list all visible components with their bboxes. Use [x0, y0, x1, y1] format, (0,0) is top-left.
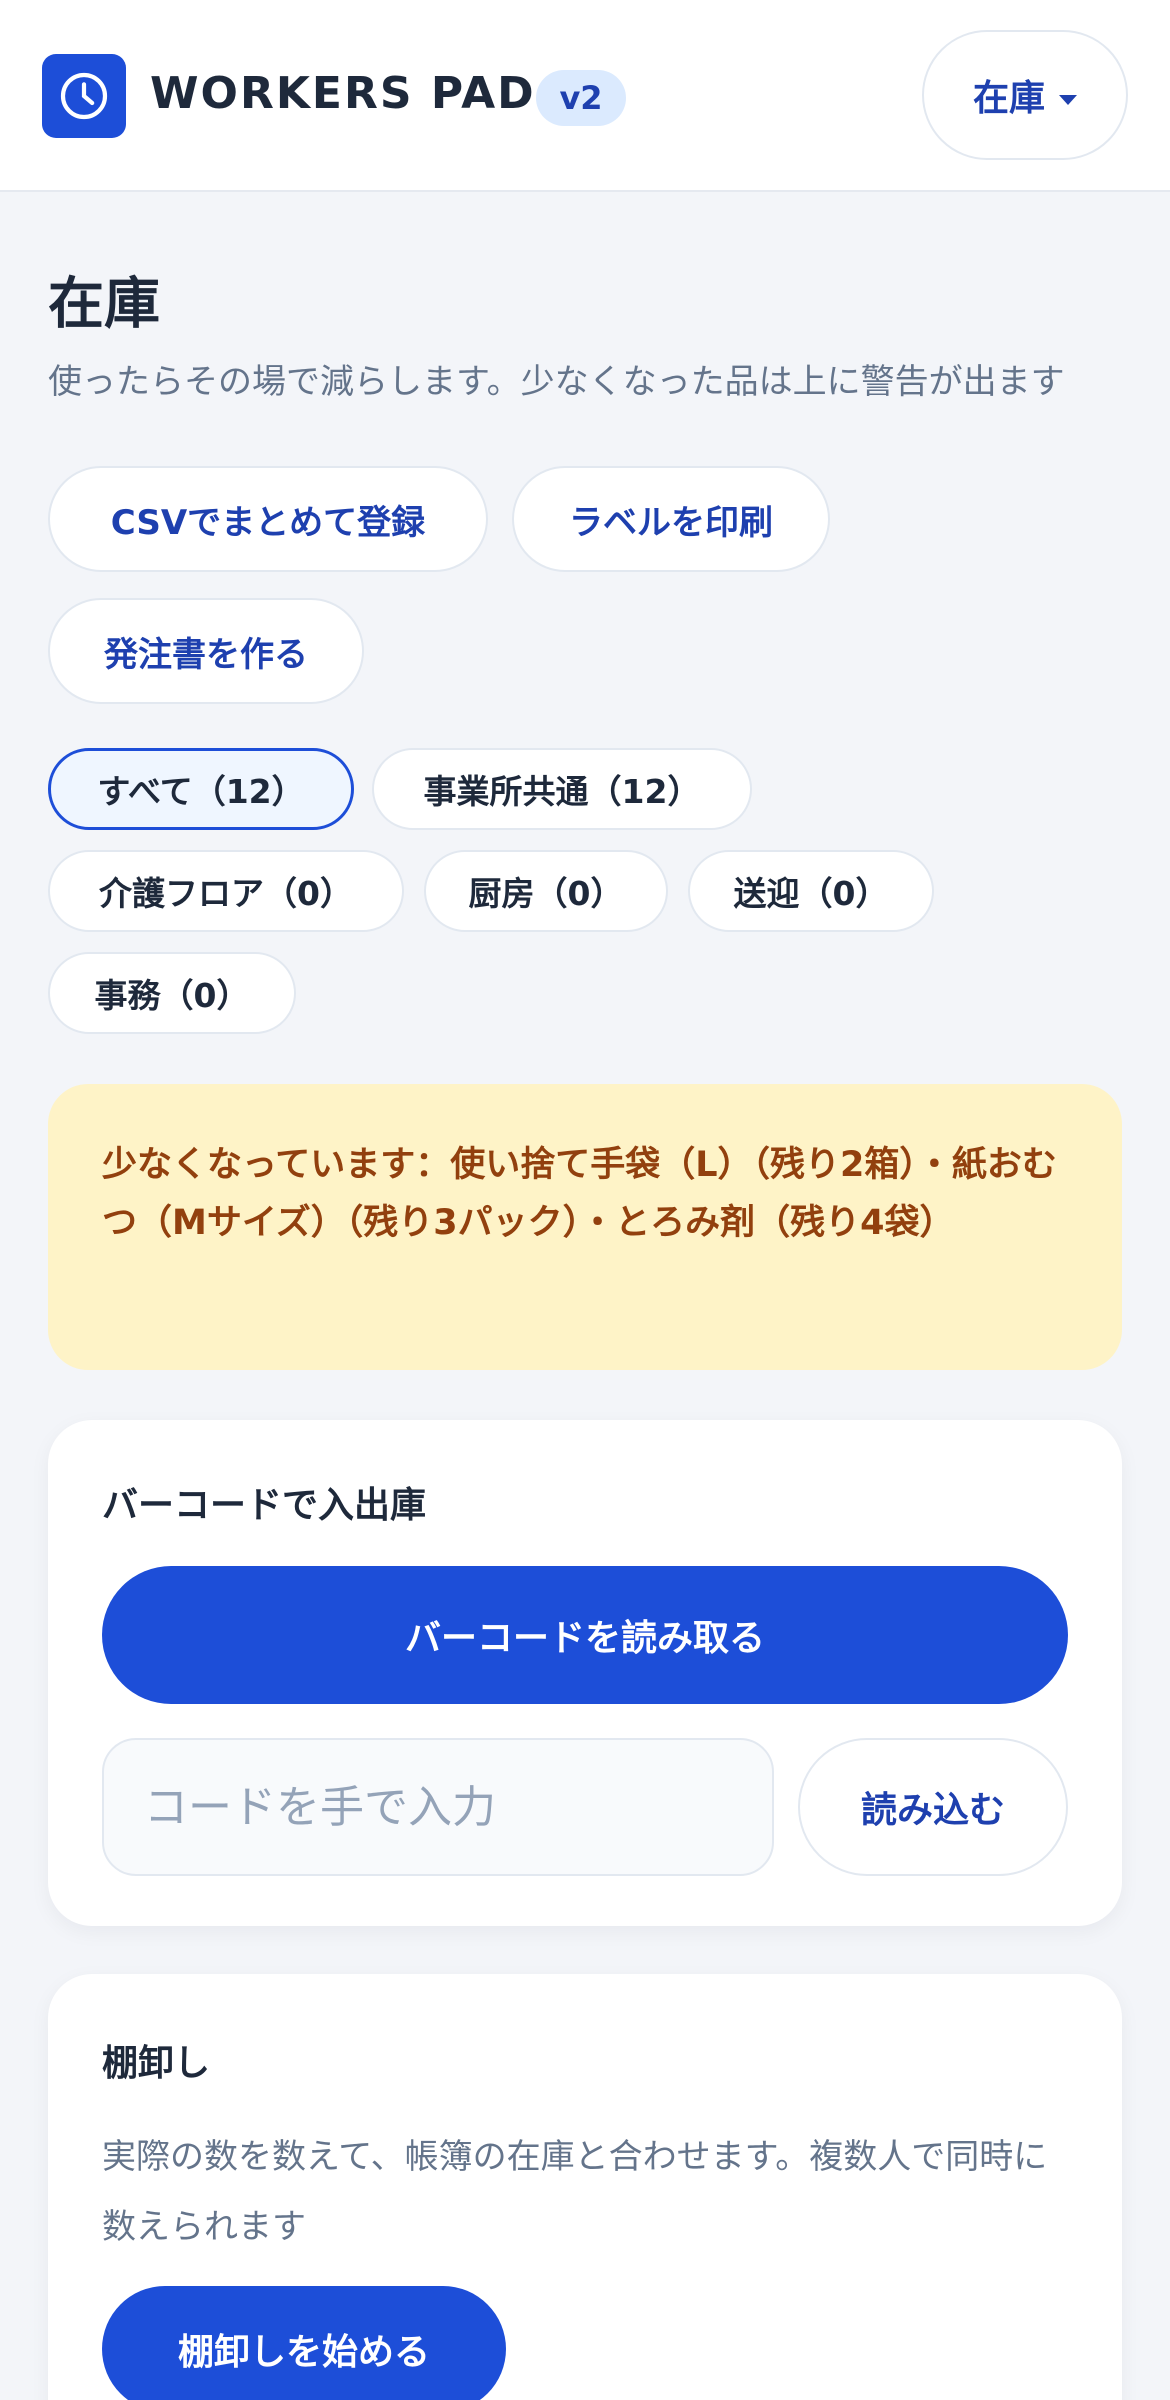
version-badge: v2 [536, 70, 626, 126]
chevron-down-icon [1059, 95, 1077, 105]
print-labels-button[interactable]: ラベルを印刷 [512, 466, 830, 572]
load-code-button[interactable]: 読み込む [798, 1738, 1068, 1876]
low-stock-alert: 少なくなっています：使い捨て手袋（L）（残り2箱）・紙おむつ（Mサイズ）（残り3… [48, 1084, 1122, 1370]
stocktake-card-title: 棚卸し [102, 2043, 211, 2084]
filter-care-floor[interactable]: 介護フロア（0） [48, 850, 404, 932]
page-description: 使ったらその場で減らします。少なくなった品は上に警告が出ます [48, 362, 1065, 402]
filter-all[interactable]: すべて（12） [48, 748, 354, 830]
clock-icon [42, 54, 126, 138]
filter-kitchen[interactable]: 厨房（0） [424, 850, 668, 932]
filter-transport[interactable]: 送迎（0） [688, 850, 934, 932]
scan-barcode-button[interactable]: バーコードを読み取る [102, 1566, 1068, 1704]
create-order-button[interactable]: 発注書を作る [48, 598, 364, 704]
app-brand: WORKERS PAD [150, 68, 536, 119]
section-menu-label: 在庫 [972, 78, 1045, 119]
app-header: WORKERS PAD v2 在庫 [0, 0, 1170, 192]
filter-office[interactable]: 事務（0） [48, 952, 296, 1034]
manual-code-input[interactable] [102, 1738, 774, 1876]
page-title: 在庫 [48, 272, 160, 337]
start-stocktake-button[interactable]: 棚卸しを始める [102, 2286, 506, 2400]
barcode-card: バーコードで入出庫 バーコードを読み取る 読み込む [48, 1420, 1122, 1926]
stocktake-card: 棚卸し 実際の数を数えて、帳簿の在庫と合わせます。複数人で同時に数えられます 棚… [48, 1974, 1122, 2400]
section-menu-button[interactable]: 在庫 [922, 30, 1128, 160]
stocktake-description: 実際の数を数えて、帳簿の在庫と合わせます。複数人で同時に数えられます [102, 2137, 1048, 2247]
filter-shared[interactable]: 事業所共通（12） [372, 748, 752, 830]
csv-import-button[interactable]: CSVでまとめて登録 [48, 466, 488, 572]
barcode-card-title: バーコードで入出庫 [102, 1485, 427, 1526]
